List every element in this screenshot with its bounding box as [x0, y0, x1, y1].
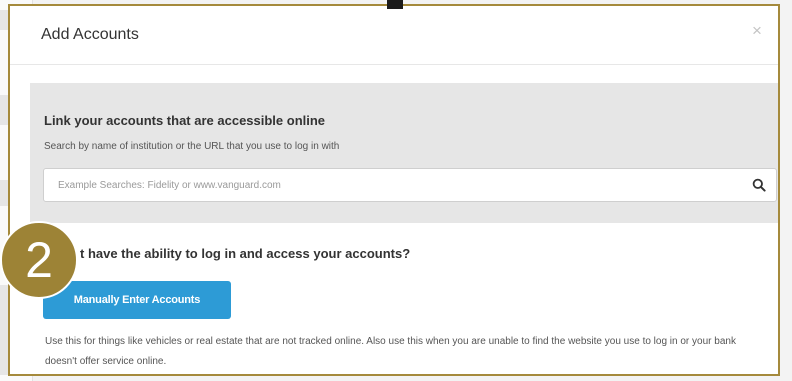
modal-title: Add Accounts [41, 26, 139, 43]
background-block [0, 95, 8, 125]
background-block [0, 10, 8, 30]
link-accounts-section: Link your accounts that are accessible o… [30, 83, 778, 223]
manually-enter-accounts-button[interactable]: Manually Enter Accounts [43, 281, 231, 319]
background-block [0, 285, 8, 375]
link-accounts-heading: Link your accounts that are accessible o… [44, 113, 326, 128]
modal-header: Add Accounts × [10, 6, 778, 65]
frame-marker [387, 0, 403, 9]
institution-search-box [43, 168, 777, 202]
search-icon[interactable] [752, 178, 766, 192]
close-button[interactable]: × [748, 22, 766, 40]
manual-accounts-description: Use this for things like vehicles or rea… [45, 336, 736, 367]
link-accounts-subtext: Search by name of institution or the URL… [44, 141, 340, 152]
background-block [0, 180, 8, 206]
institution-search-input[interactable] [44, 169, 734, 201]
step-number-badge: 2 [0, 221, 78, 299]
add-accounts-modal: Add Accounts × Link your accounts that a… [10, 6, 778, 374]
manual-accounts-heading: t have the ability to log in and access … [80, 246, 411, 261]
